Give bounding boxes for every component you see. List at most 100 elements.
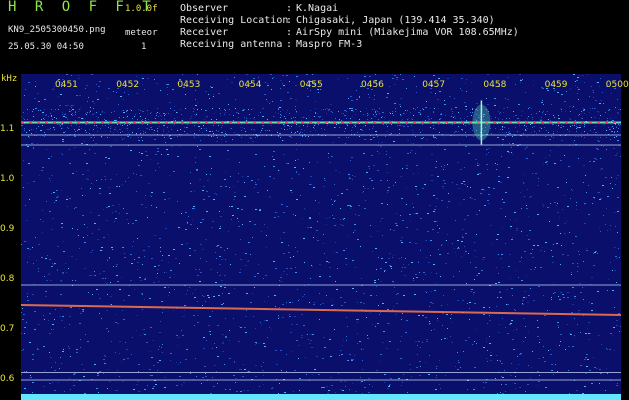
noise-speck (488, 187, 490, 188)
noise-speck (154, 266, 156, 267)
noise-speck (144, 279, 146, 280)
noise-speck (523, 318, 525, 319)
noise-speck (275, 350, 277, 351)
noise-speck (23, 187, 24, 188)
noise-speck (463, 199, 465, 200)
noise-speck (497, 234, 499, 235)
noise-speck (527, 136, 528, 137)
noise-speck (527, 189, 528, 190)
noise-speck (136, 384, 138, 385)
noise-speck (179, 263, 180, 264)
noise-speck (594, 158, 596, 159)
noise-speck (418, 315, 420, 316)
noise-speck (330, 377, 332, 378)
noise-speck (38, 268, 39, 269)
noise-speck (282, 304, 284, 305)
noise-speck (585, 373, 587, 374)
noise-speck (577, 266, 579, 267)
noise-speck (444, 165, 445, 166)
noise-speck (429, 324, 430, 325)
noise-speck (33, 263, 34, 264)
noise-speck (576, 126, 577, 127)
noise-speck (62, 139, 64, 140)
noise-speck (111, 247, 113, 248)
noise-speck (440, 388, 441, 389)
noise-speck (502, 377, 504, 378)
noise-speck (545, 136, 546, 137)
y-tick-label: 0.9 (0, 224, 15, 234)
noise-speck (208, 196, 210, 197)
noise-speck (75, 131, 76, 132)
noise-speck (387, 388, 389, 389)
noise-speck (229, 114, 230, 115)
noise-speck (67, 196, 68, 197)
noise-speck (505, 327, 506, 328)
noise-speck (219, 108, 220, 109)
noise-speck (168, 287, 169, 288)
noise-speck (241, 130, 242, 131)
noise-speck (510, 278, 511, 279)
noise-speck (123, 300, 125, 301)
noise-speck (326, 261, 328, 262)
noise-speck (392, 111, 393, 112)
noise-speck (153, 282, 155, 283)
x-tick-label: 0456 (361, 80, 384, 90)
noise-speck (420, 114, 421, 115)
noise-speck (265, 130, 266, 131)
noise-speck (565, 111, 566, 112)
noise-speck (419, 129, 420, 130)
noise-speck (394, 287, 395, 288)
noise-speck (368, 114, 369, 115)
noise-speck (459, 143, 460, 144)
noise-speck (59, 105, 61, 106)
noise-speck (401, 198, 403, 199)
noise-speck (93, 140, 94, 141)
noise-speck (234, 361, 235, 362)
noise-speck (217, 383, 218, 384)
noise-speck (94, 364, 96, 365)
noise-speck (445, 375, 446, 376)
noise-speck (124, 124, 125, 125)
noise-speck (553, 115, 554, 116)
noise-speck (194, 137, 195, 138)
noise-speck (270, 102, 271, 103)
noise-speck (334, 329, 335, 330)
noise-speck (51, 367, 52, 368)
noise-speck (386, 154, 387, 155)
noise-speck (338, 137, 340, 138)
noise-speck (315, 112, 316, 113)
noise-speck (591, 277, 593, 278)
noise-speck (605, 390, 606, 391)
noise-speck (395, 223, 397, 224)
noise-speck (196, 376, 197, 377)
noise-speck (462, 130, 463, 131)
noise-speck (156, 113, 157, 114)
noise-speck (387, 172, 388, 173)
noise-speck (132, 132, 133, 133)
noise-speck (32, 247, 33, 248)
noise-speck (121, 361, 122, 362)
noise-speck (337, 195, 339, 196)
noise-speck (23, 349, 24, 350)
noise-speck (540, 267, 542, 268)
noise-speck (171, 114, 172, 115)
noise-speck (401, 319, 402, 320)
noise-speck (212, 311, 213, 312)
noise-speck (71, 125, 72, 126)
noise-speck (473, 389, 475, 390)
noise-speck (515, 310, 516, 311)
noise-speck (253, 129, 254, 130)
noise-speck (596, 148, 598, 149)
noise-speck (119, 376, 120, 377)
noise-speck (614, 131, 615, 132)
noise-speck (509, 118, 510, 119)
noise-speck (348, 236, 349, 237)
noise-speck (114, 111, 115, 112)
noise-speck (145, 120, 146, 121)
noise-speck (585, 175, 586, 176)
noise-speck (610, 139, 611, 140)
noise-speck (143, 133, 144, 134)
noise-speck (387, 126, 388, 127)
noise-speck (501, 254, 503, 255)
noise-speck (531, 108, 532, 109)
